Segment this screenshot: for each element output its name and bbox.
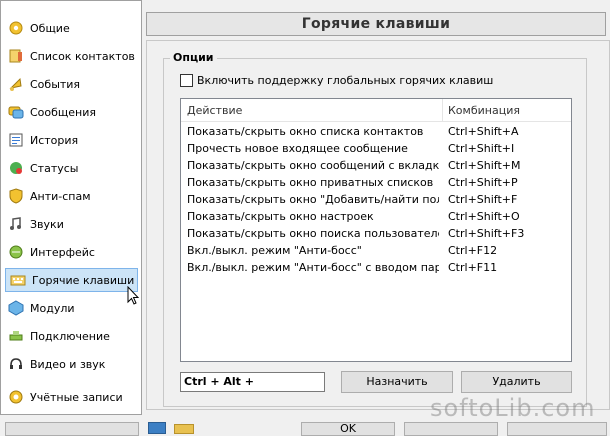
- global-hotkeys-checkbox[interactable]: [180, 74, 193, 87]
- sidebar-item[interactable]: Статусы: [4, 156, 138, 180]
- table-row[interactable]: Показать/скрыть окно сообщений с вкладка…: [181, 157, 571, 174]
- action-cell: Показать/скрыть окно настроек: [187, 210, 374, 223]
- sidebar-item-label: Подключение: [30, 329, 110, 343]
- events-icon: [8, 76, 24, 92]
- column-divider[interactable]: [442, 99, 443, 121]
- table-row[interactable]: Показать/скрыть окно списка контактов Ctr…: [181, 123, 571, 140]
- save-icon[interactable]: [148, 422, 166, 434]
- sidebar-item-label: Видео и звук: [30, 357, 106, 371]
- sidebar-item[interactable]: Видео и звук: [4, 352, 138, 376]
- sidebar-item-label: Общие: [30, 21, 70, 35]
- sidebar-item[interactable]: Звуки: [4, 212, 138, 236]
- action-cell: Показать/скрыть окно списка контактов: [187, 125, 424, 138]
- combination-cell: Ctrl+F12: [448, 244, 498, 257]
- action-cell: Прочесть новое входящее сообщение: [187, 142, 408, 155]
- table-row[interactable]: Прочесть новое входящее сообщение Ctrl+Sh…: [181, 140, 571, 157]
- sidebar-item[interactable]: События: [4, 72, 138, 96]
- sidebar-item-label: Список контактов: [30, 49, 135, 63]
- sidebar-item[interactable]: Горячие клавиши: [5, 268, 138, 292]
- sidebar-item-label: История: [30, 133, 79, 147]
- sidebar-item-label: Сообщения: [30, 105, 97, 119]
- combination-cell: Ctrl+Shift+A: [448, 125, 519, 138]
- sidebar-item[interactable]: Список контактов: [4, 44, 138, 68]
- action-cell: Показать/скрыть окно приватных списков: [187, 176, 434, 189]
- general-icon: [8, 20, 24, 36]
- delete-button[interactable]: Удалить: [461, 371, 572, 393]
- assign-button[interactable]: Назначить: [341, 371, 453, 393]
- cancel-button[interactable]: [404, 422, 498, 436]
- status-icon: [8, 160, 24, 176]
- combination-cell: Ctrl+Shift+P: [448, 176, 518, 189]
- table-row[interactable]: Вкл./выкл. режим "Анти-босс" Ctrl+F12: [181, 242, 571, 259]
- folder-icon[interactable]: [174, 424, 194, 434]
- table-row[interactable]: Показать/скрыть окно "Добавить/найти пол…: [181, 191, 571, 208]
- sidebar-item-label: Звуки: [30, 217, 64, 231]
- watermark-text: softoLib.com: [430, 394, 596, 422]
- hotkeys-table[interactable]: Действие Комбинация Показать/скрыть окно…: [180, 98, 572, 362]
- table-row[interactable]: Показать/скрыть окно приватных списков Ct…: [181, 174, 571, 191]
- table-row[interactable]: Показать/скрыть окно поиска пользователе…: [181, 225, 571, 242]
- sidebar-item[interactable]: Интерфейс: [4, 240, 138, 264]
- sidebar-item-label: Статусы: [30, 161, 79, 175]
- sidebar-item-label: События: [30, 77, 81, 91]
- video-audio-icon: [8, 356, 24, 372]
- apply-button[interactable]: [507, 422, 607, 436]
- action-cell: Показать/скрыть окно сообщений с вкладка…: [187, 159, 439, 172]
- bottom-left-button[interactable]: [5, 422, 139, 436]
- page-title: Горячие клавиши: [146, 12, 606, 36]
- accounts-icon: [8, 389, 24, 405]
- global-hotkeys-label: Включить поддержку глобальных горячих кл…: [197, 74, 494, 87]
- combination-cell: Ctrl+Shift+O: [448, 210, 520, 223]
- interface-icon: [8, 244, 24, 260]
- modules-icon: [8, 300, 24, 316]
- action-cell: Показать/скрыть окно "Добавить/найти пол…: [187, 193, 439, 206]
- ok-button[interactable]: OK: [301, 422, 395, 436]
- antispam-icon: [8, 188, 24, 204]
- history-icon: [8, 132, 24, 148]
- sidebar-item[interactable]: Модули: [4, 296, 138, 320]
- table-header: Действие Комбинация: [181, 99, 571, 122]
- sidebar-item[interactable]: Учётные записи: [4, 385, 138, 409]
- hotkeys-icon: [10, 272, 26, 288]
- hotkey-input[interactable]: Ctrl + Alt +: [180, 372, 325, 392]
- combination-cell: Ctrl+Shift+I: [448, 142, 515, 155]
- action-cell: Вкл./выкл. режим "Анти-босс" с вводом па…: [187, 261, 439, 274]
- combination-cell: Ctrl+Shift+F3: [448, 227, 525, 240]
- global-hotkeys-checkbox-row[interactable]: Включить поддержку глобальных горячих кл…: [180, 74, 493, 87]
- mouse-cursor-icon: [127, 286, 140, 305]
- sounds-icon: [8, 216, 24, 232]
- action-cell: Показать/скрыть окно поиска пользователе…: [187, 227, 439, 240]
- table-row[interactable]: Вкл./выкл. режим "Анти-босс" с вводом па…: [181, 259, 571, 276]
- connection-icon: [8, 328, 24, 344]
- combination-cell: Ctrl+F11: [448, 261, 498, 274]
- column-header-action[interactable]: Действие: [187, 104, 242, 117]
- sidebar-item[interactable]: Сообщения: [4, 100, 138, 124]
- combination-cell: Ctrl+Shift+M: [448, 159, 521, 172]
- sidebar-item[interactable]: Подключение: [4, 324, 138, 348]
- contacts-icon: [8, 48, 24, 64]
- sidebar-item-label: Интерфейс: [30, 245, 95, 259]
- sidebar-item[interactable]: Анти-спам: [4, 184, 138, 208]
- sidebar-item-label: Учётные записи: [30, 390, 123, 404]
- sidebar-item-label: Модули: [30, 301, 75, 315]
- sidebar-item[interactable]: Общие: [4, 16, 138, 40]
- sidebar-item-label: Горячие клавиши: [32, 273, 135, 287]
- column-header-combination[interactable]: Комбинация: [448, 104, 520, 117]
- messages-icon: [8, 104, 24, 120]
- sidebar-item[interactable]: История: [4, 128, 138, 152]
- action-cell: Вкл./выкл. режим "Анти-босс": [187, 244, 362, 257]
- table-row[interactable]: Показать/скрыть окно настроек Ctrl+Shift+…: [181, 208, 571, 225]
- sidebar-item-label: Анти-спам: [30, 189, 91, 203]
- combination-cell: Ctrl+Shift+F: [448, 193, 518, 206]
- options-group-title: Опции: [170, 51, 217, 64]
